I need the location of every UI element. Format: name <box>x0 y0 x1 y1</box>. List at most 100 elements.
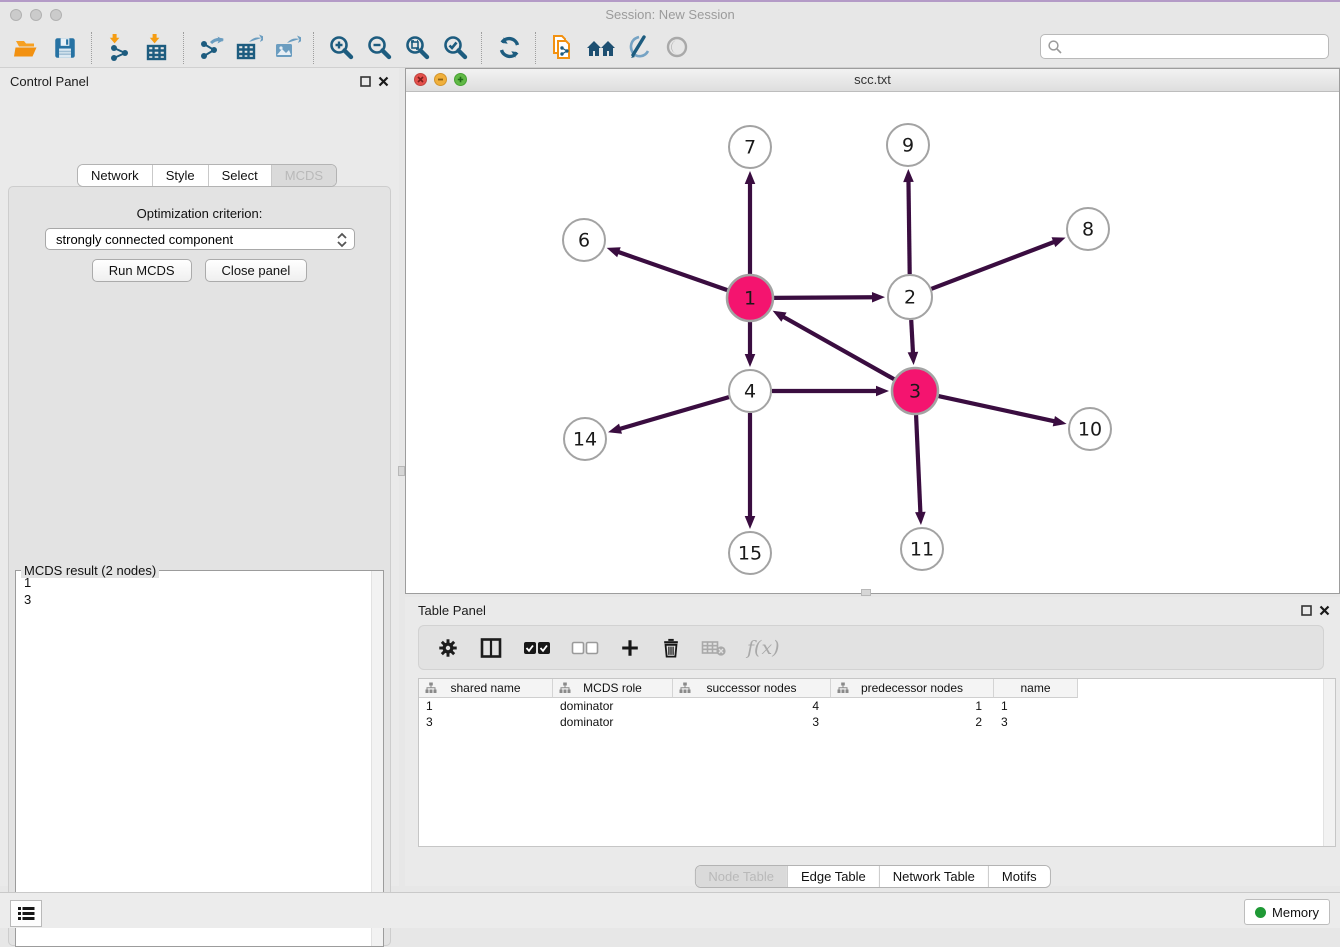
home-button[interactable] <box>582 31 620 65</box>
home-icon <box>585 35 617 61</box>
network-window-titlebar[interactable]: scc.txt <box>406 69 1339 92</box>
toolbar-separator <box>535 32 537 64</box>
graph-edge-arrowhead <box>745 354 756 367</box>
mcds-result-box: MCDS result (2 nodes) 1 3 <box>15 570 384 947</box>
style-mapper-button[interactable] <box>620 31 658 65</box>
show-graphics-details-button[interactable] <box>658 31 696 65</box>
cell-shared-name[interactable]: 3 <box>419 715 553 729</box>
app-titlebar: Session: New Session <box>0 2 1340 28</box>
column-header-predecessor-nodes[interactable]: predecessor nodes <box>831 679 994 698</box>
close-panel-icon[interactable] <box>1319 605 1330 616</box>
open-session-button[interactable] <box>8 31 46 65</box>
memory-button[interactable]: Memory <box>1244 899 1330 925</box>
graph-edge-2-9[interactable] <box>908 180 909 274</box>
graph-edge-4-14[interactable] <box>619 397 729 429</box>
minimize-window-icon[interactable] <box>30 9 42 21</box>
delete-table-icon[interactable] <box>701 639 727 657</box>
graph-edge-2-8[interactable] <box>931 241 1055 288</box>
minimize-view-icon[interactable] <box>434 73 447 86</box>
zoom-in-button[interactable] <box>322 31 360 65</box>
table-row[interactable]: 1dominator411 <box>419 698 1335 714</box>
tab-motifs[interactable]: Motifs <box>988 866 1050 887</box>
close-window-icon[interactable] <box>10 9 22 21</box>
result-scrollbar[interactable] <box>371 571 383 946</box>
toolbar-separator <box>183 32 185 64</box>
function-builder-icon[interactable]: f(x) <box>747 637 780 659</box>
network-view-title: scc.txt <box>406 69 1339 90</box>
zoom-view-icon[interactable] <box>454 73 467 86</box>
cell-successor-nodes[interactable]: 4 <box>673 699 831 713</box>
cell-name[interactable]: 1 <box>994 699 1078 713</box>
graph-edge-arrowhead <box>876 386 889 397</box>
graph-edge-arrowhead <box>903 169 914 182</box>
cell-MCDS-role[interactable]: dominator <box>553 715 673 729</box>
zoom-selected-icon <box>442 34 469 61</box>
cell-predecessor-nodes[interactable]: 2 <box>831 715 994 729</box>
export-network-icon <box>197 34 225 61</box>
float-panel-icon[interactable] <box>360 76 371 87</box>
column-header-successor-nodes[interactable]: successor nodes <box>673 679 831 698</box>
column-header-MCDS-role[interactable]: MCDS role <box>553 679 673 698</box>
table-row[interactable]: 3dominator323 <box>419 714 1335 730</box>
select-all-columns-icon[interactable] <box>523 639 551 657</box>
unselect-all-columns-icon[interactable] <box>571 639 599 657</box>
table-scrollbar[interactable] <box>1323 679 1335 846</box>
column-header-name[interactable]: name <box>994 679 1078 698</box>
network-view-window: scc.txt 7968124314101511 <box>405 68 1340 594</box>
create-column-plus-icon[interactable] <box>619 637 641 659</box>
task-history-button[interactable] <box>10 900 42 927</box>
graph-edge-3-11[interactable] <box>916 415 920 514</box>
maximize-window-icon[interactable] <box>50 9 62 21</box>
node-table[interactable]: shared nameMCDS rolesuccessor nodesprede… <box>418 678 1336 847</box>
export-image-button[interactable] <box>268 31 306 65</box>
column-type-icon <box>679 682 691 694</box>
tab-mcds[interactable]: MCDS <box>271 165 336 186</box>
export-table-button[interactable] <box>230 31 268 65</box>
vertical-splitter-handle[interactable] <box>398 466 405 476</box>
tab-node-table[interactable]: Node Table <box>695 866 787 887</box>
close-panel-icon[interactable] <box>378 76 389 87</box>
tab-network[interactable]: Network <box>78 165 152 186</box>
zoom-fit-icon <box>404 34 431 61</box>
close-view-icon[interactable] <box>414 73 427 86</box>
zoom-selected-button[interactable] <box>436 31 474 65</box>
cell-MCDS-role[interactable]: dominator <box>553 699 673 713</box>
tab-select[interactable]: Select <box>208 165 271 186</box>
cell-successor-nodes[interactable]: 3 <box>673 715 831 729</box>
graph-edge-2-3[interactable] <box>911 320 913 354</box>
graph-edge-3-10[interactable] <box>938 396 1055 421</box>
delete-column-trash-icon[interactable] <box>661 637 681 659</box>
horizontal-splitter-handle[interactable] <box>861 589 871 596</box>
save-session-button[interactable] <box>46 31 84 65</box>
apply-layout-button[interactable] <box>490 31 528 65</box>
import-network-button[interactable] <box>100 31 138 65</box>
zoom-in-icon <box>328 34 355 61</box>
network-canvas-svg[interactable]: 7968124314101511 <box>406 91 1339 593</box>
toolbar-search[interactable] <box>1040 34 1329 59</box>
search-input[interactable] <box>1063 38 1328 55</box>
graph-edge-1-2[interactable] <box>774 297 874 298</box>
tab-network-table[interactable]: Network Table <box>879 866 988 887</box>
dropdown-value: strongly connected component <box>56 232 233 247</box>
import-network-icon <box>105 34 133 61</box>
tab-edge-table[interactable]: Edge Table <box>787 866 879 887</box>
run-mcds-button[interactable]: Run MCDS <box>92 259 192 282</box>
app-window-controls[interactable] <box>10 9 62 21</box>
optimization-criterion-select[interactable]: strongly connected component <box>45 228 355 250</box>
cell-predecessor-nodes[interactable]: 1 <box>831 699 994 713</box>
column-header-shared-name[interactable]: shared name <box>419 679 553 698</box>
cell-shared-name[interactable]: 1 <box>419 699 553 713</box>
zoom-fit-button[interactable] <box>398 31 436 65</box>
tab-style[interactable]: Style <box>152 165 208 186</box>
table-settings-gear-icon[interactable] <box>437 637 459 659</box>
close-panel-button[interactable]: Close panel <box>205 259 308 282</box>
show-columns-icon[interactable] <box>479 637 503 659</box>
export-network-button[interactable] <box>192 31 230 65</box>
zoom-out-button[interactable] <box>360 31 398 65</box>
import-table-button[interactable] <box>138 31 176 65</box>
cell-name[interactable]: 3 <box>994 715 1078 729</box>
float-panel-icon[interactable] <box>1301 605 1312 616</box>
graph-edge-1-6[interactable] <box>617 252 727 291</box>
graph-edge-3-1[interactable] <box>782 316 894 379</box>
clone-network-button[interactable] <box>544 31 582 65</box>
